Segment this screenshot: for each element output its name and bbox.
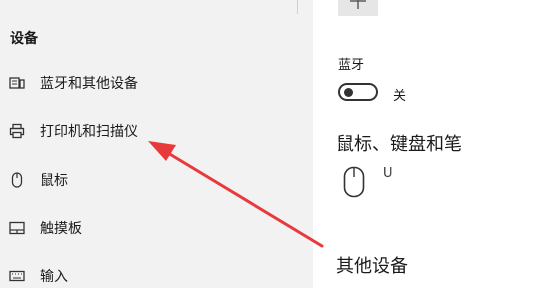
mouse-icon	[11, 172, 23, 188]
section-title: 设备	[10, 31, 38, 47]
sidebar: 设备 蓝牙和其他设备 打印机和扫描仪 鼠标 触摸板 输入	[0, 0, 313, 288]
main-content: 蓝牙 关 鼠标、键盘和笔 U 其他设备	[313, 0, 540, 288]
sidebar-item-mouse[interactable]: 鼠标	[0, 162, 313, 198]
add-device-button[interactable]	[338, 0, 378, 16]
keyboard-icon	[9, 270, 25, 282]
sidebar-item-label: 鼠标	[40, 173, 68, 189]
mouse-device-icon	[343, 166, 365, 198]
sidebar-item-label: 触摸板	[40, 221, 82, 237]
sidebar-item-typing[interactable]: 输入	[0, 258, 313, 288]
mouse-keyboard-pen-heading: 鼠标、键盘和笔	[336, 134, 462, 155]
touchpad-icon	[9, 221, 25, 235]
devices-icon	[9, 77, 25, 89]
plus-icon	[350, 0, 366, 9]
sidebar-item-label: 蓝牙和其他设备	[40, 76, 138, 92]
other-devices-heading: 其他设备	[336, 256, 408, 277]
sidebar-item-printers-scanners[interactable]: 打印机和扫描仪	[0, 113, 313, 149]
settings-window: 设备 蓝牙和其他设备 打印机和扫描仪 鼠标 触摸板 输入 蓝牙 关 鼠标、键盘和…	[0, 0, 540, 288]
sidebar-item-bluetooth-devices[interactable]: 蓝牙和其他设备	[0, 65, 313, 101]
printer-icon	[9, 123, 25, 139]
bluetooth-toggle[interactable]	[338, 83, 378, 101]
sidebar-item-touchpad[interactable]: 触摸板	[0, 210, 313, 246]
bluetooth-state: 关	[393, 89, 407, 104]
bluetooth-label: 蓝牙	[338, 58, 365, 73]
sidebar-item-label: 打印机和扫描仪	[40, 124, 138, 140]
mouse-device-name[interactable]: U	[383, 166, 393, 181]
toggle-knob	[344, 88, 353, 97]
divider	[297, 0, 298, 14]
sidebar-item-label: 输入	[40, 269, 68, 285]
redaction-blur	[395, 162, 535, 188]
